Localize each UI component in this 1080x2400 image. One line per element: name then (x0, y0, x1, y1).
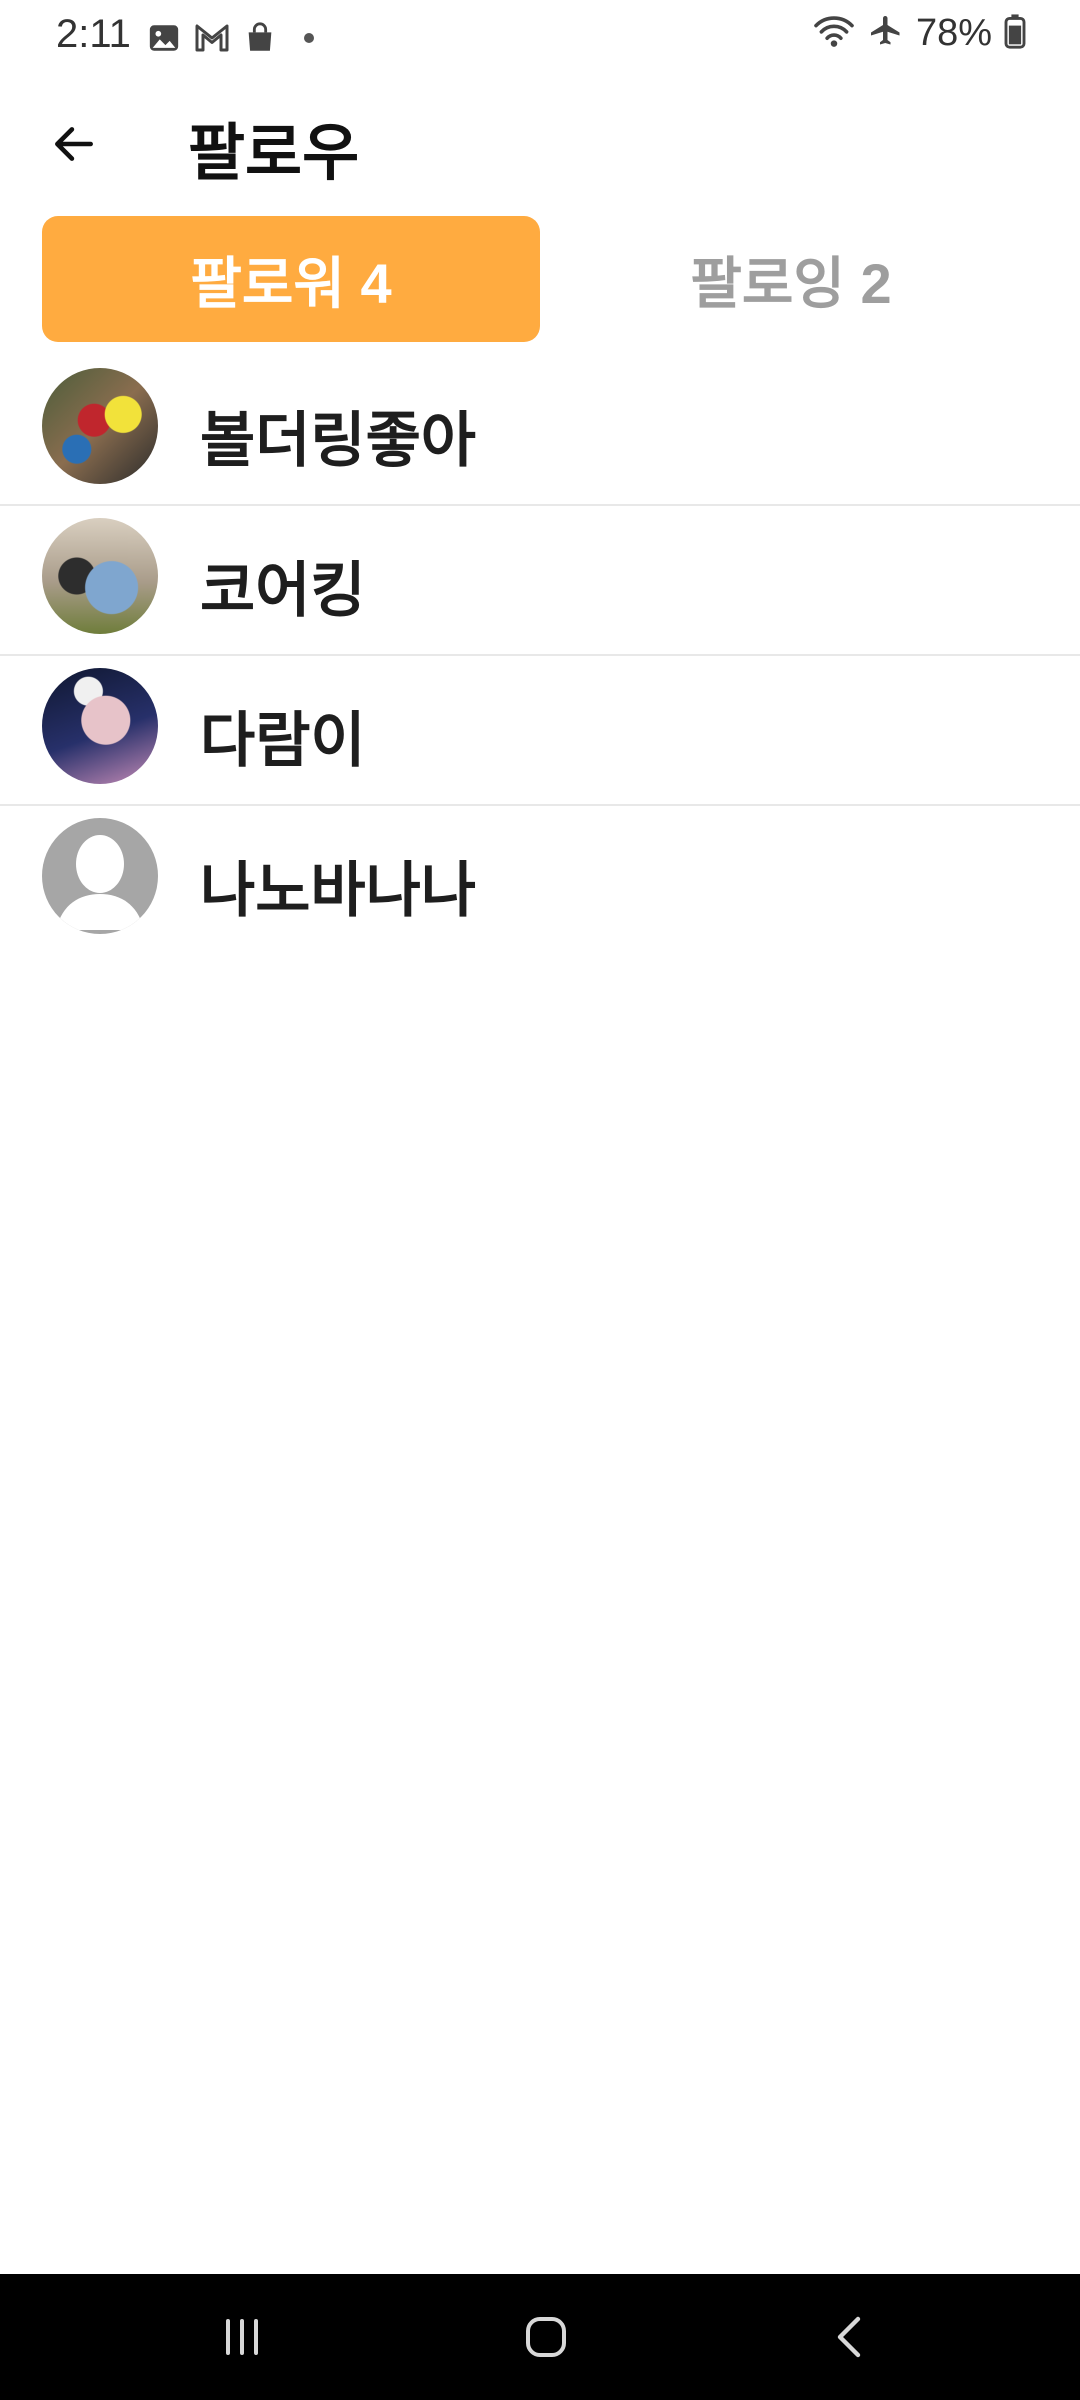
default-person-icon (56, 835, 144, 930)
gmail-icon (194, 20, 230, 56)
list-item[interactable]: 코어킹 (0, 506, 1080, 656)
back-button[interactable] (40, 110, 108, 178)
notification-dot (304, 33, 314, 43)
list-item[interactable]: 볼더링좋아 (0, 356, 1080, 506)
arrow-left-icon (55, 127, 93, 161)
user-name: 나노바나나 (200, 857, 476, 924)
system-nav-bar (0, 2274, 1080, 2400)
avatar[interactable] (42, 668, 158, 784)
follower-list: 볼더링좋아 코어킹 다람이 나노바나나 (0, 356, 1080, 954)
wifi-icon (812, 13, 856, 54)
recents-icon (226, 2319, 258, 2355)
status-notification-icons (146, 20, 314, 56)
tab-followers[interactable]: 팔로워 4 (42, 216, 540, 342)
user-name: 다람이 (200, 707, 366, 774)
back-icon (837, 2316, 861, 2358)
airplane-mode-icon (868, 13, 904, 54)
app-bar: 팔로우 (0, 76, 1080, 206)
user-name: 볼더링좋아 (200, 407, 476, 474)
tab-following[interactable]: 팔로잉 2 (542, 216, 1040, 342)
status-system-icons: 78% (812, 12, 1026, 55)
list-item[interactable]: 나노바나나 (0, 806, 1080, 954)
status-time: 2:11 (56, 12, 131, 56)
battery-icon (1004, 13, 1026, 54)
page-title: 팔로우 (188, 119, 360, 188)
shopping-bag-icon (242, 20, 278, 56)
avatar[interactable] (42, 368, 158, 484)
home-button[interactable] (486, 2304, 606, 2370)
battery-level: 78% (915, 12, 992, 54)
avatar[interactable] (42, 818, 158, 934)
follow-tabs: 팔로워 4 팔로잉 2 (42, 216, 1040, 342)
home-icon (526, 2317, 566, 2357)
status-bar: 2:11 78% (0, 0, 1080, 76)
avatar[interactable] (42, 518, 158, 634)
nav-back-button[interactable] (790, 2304, 910, 2370)
list-item[interactable]: 다람이 (0, 656, 1080, 806)
gallery-icon (146, 20, 182, 56)
recents-button[interactable] (182, 2304, 302, 2370)
user-name: 코어킹 (200, 557, 366, 624)
